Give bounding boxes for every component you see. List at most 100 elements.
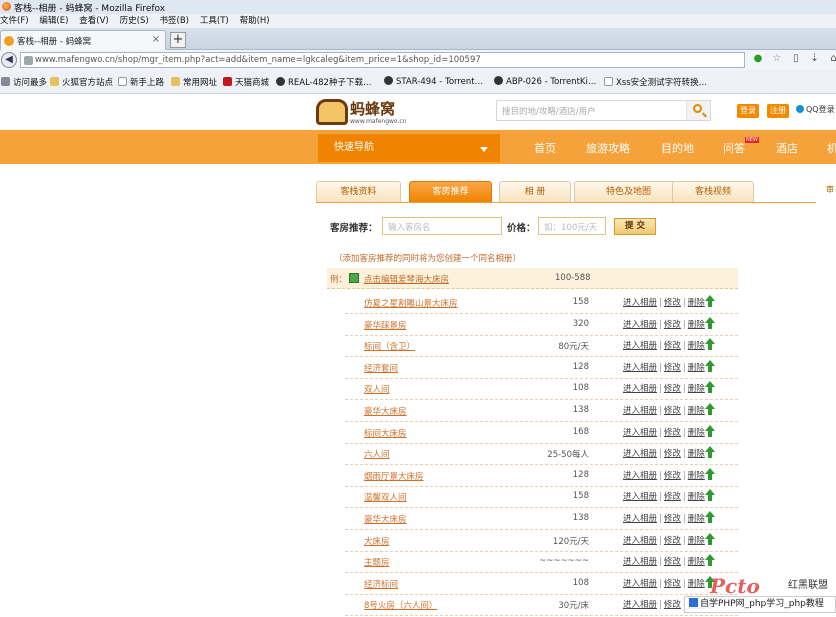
delete-link[interactable]: 删除	[688, 492, 705, 502]
edit-link[interactable]: 修改	[664, 320, 681, 330]
move-up-arrow-icon[interactable]	[705, 316, 715, 329]
quick-nav-dropdown[interactable]: 快速导航	[318, 134, 500, 162]
register-button[interactable]: 注册	[767, 104, 789, 118]
enter-album-link[interactable]: 进入相册	[623, 600, 657, 610]
move-up-arrow-icon[interactable]	[705, 359, 715, 372]
room-name-link[interactable]: 标间大床房	[364, 427, 407, 439]
room-name-link[interactable]: 仿夏之星割雕山景大床房	[364, 297, 458, 309]
room-name-link[interactable]: 六人间	[364, 448, 390, 460]
bookmark-item[interactable]: 新手上路	[118, 76, 164, 88]
edit-link[interactable]: 修改	[664, 341, 681, 351]
edit-link[interactable]: 修改	[664, 514, 681, 524]
enter-album-link[interactable]: 进入相册	[623, 557, 657, 567]
delete-link[interactable]: 删除	[688, 363, 705, 373]
browser-tab[interactable]: 客栈--相册 - 蚂蜂窝 ×	[0, 30, 166, 50]
delete-link[interactable]: 删除	[688, 341, 705, 351]
delete-link[interactable]: 删除	[688, 449, 705, 459]
edit-link[interactable]: 修改	[664, 384, 681, 394]
site-logo[interactable]: 蚂蜂窝 www.mafengwo.cn	[316, 97, 407, 129]
bookmark-item[interactable]: 访问最多	[1, 76, 47, 88]
room-name-link[interactable]: 豪华大床房	[364, 405, 407, 417]
tab-inn-video[interactable]: 客栈视频	[672, 181, 754, 202]
enter-album-link[interactable]: 进入相册	[623, 428, 657, 438]
delete-link[interactable]: 删除	[688, 557, 705, 567]
menu-file[interactable]: 文件(F)	[0, 14, 29, 28]
bookmark-star-icon[interactable]: ☆	[771, 53, 783, 65]
delete-link[interactable]: 删除	[688, 536, 705, 546]
room-name-link[interactable]: 大床房	[364, 535, 390, 547]
menu-help[interactable]: 帮助(H)	[240, 14, 270, 28]
edit-link[interactable]: 修改	[664, 449, 681, 459]
move-up-arrow-icon[interactable]	[705, 424, 715, 437]
enter-album-link[interactable]: 进入相册	[623, 514, 657, 524]
edit-link[interactable]: 修改	[664, 579, 681, 589]
move-up-arrow-icon[interactable]	[705, 381, 715, 394]
login-button[interactable]: 登录	[737, 104, 759, 118]
nav-qa[interactable]: 问答	[723, 140, 745, 156]
move-up-arrow-icon[interactable]	[705, 467, 715, 480]
enter-album-link[interactable]: 进入相册	[623, 449, 657, 459]
bookmark-item[interactable]: Xss安全测试字符转换…	[604, 76, 707, 88]
move-up-arrow-icon[interactable]	[705, 554, 715, 567]
bookmark-item[interactable]: 火狐官方站点	[50, 76, 113, 88]
delete-link[interactable]: 删除	[688, 384, 705, 394]
tab-album[interactable]: 相 册	[499, 181, 571, 202]
bookmark-item[interactable]: 常用网址	[171, 76, 217, 88]
enter-album-link[interactable]: 进入相册	[623, 363, 657, 373]
edit-link[interactable]: 修改	[664, 471, 681, 481]
room-name-link[interactable]: 温馨双人间	[364, 491, 407, 503]
tab-room-recommend[interactable]: 客房推荐	[409, 181, 492, 202]
menu-edit[interactable]: 编辑(E)	[39, 14, 68, 28]
price-input[interactable]: 如：100元/天	[538, 217, 606, 235]
menu-history[interactable]: 历史(S)	[120, 14, 149, 28]
move-up-arrow-icon[interactable]	[705, 338, 715, 351]
move-up-arrow-icon[interactable]	[705, 532, 715, 545]
bookmark-item[interactable]: ABP-026 - TorrentKi…	[494, 76, 596, 87]
mobile-icon[interactable]: ▯	[790, 53, 802, 65]
room-name-link[interactable]: 经济标间	[364, 578, 398, 590]
tab-close-icon[interactable]: ×	[152, 34, 160, 45]
room-name-input[interactable]: 输入客房名	[382, 217, 502, 235]
room-name-link[interactable]: 豪华大床房	[364, 513, 407, 525]
edit-link[interactable]: 修改	[664, 406, 681, 416]
enter-album-link[interactable]: 进入相册	[623, 471, 657, 481]
new-tab-button[interactable]: +	[170, 32, 186, 48]
edit-link[interactable]: 修改	[664, 536, 681, 546]
enter-album-link[interactable]: 进入相册	[623, 492, 657, 502]
move-up-arrow-icon[interactable]	[705, 511, 715, 523]
room-name-link[interactable]: 主题房	[364, 556, 390, 568]
delete-link[interactable]: 删除	[688, 471, 705, 481]
move-up-arrow-icon[interactable]	[705, 446, 715, 459]
delete-link[interactable]: 删除	[688, 428, 705, 438]
example-name-link[interactable]: 点击编辑爱琴海大床房	[364, 273, 449, 285]
room-name-link[interactable]: 8号火房（六人间）	[364, 599, 437, 611]
edit-link[interactable]: 修改	[664, 363, 681, 373]
enter-album-link[interactable]: 进入相册	[623, 320, 657, 330]
bookmark-item[interactable]: 天猫商城	[223, 76, 269, 88]
down-arrow-icon[interactable]: ⇣	[809, 53, 821, 65]
url-bar[interactable]: www.mafengwo.cn/shop/mgr_item.php?act=ad…	[20, 52, 745, 68]
tab-features-map[interactable]: 特色及地图	[574, 181, 683, 202]
search-button[interactable]	[686, 101, 710, 120]
bookmark-item[interactable]: REAL-482种子下载…	[276, 76, 371, 88]
room-name-link[interactable]: 标间（含卫）	[364, 340, 415, 352]
room-name-link[interactable]: 豪华踩景房	[364, 319, 407, 331]
move-up-arrow-icon[interactable]	[705, 403, 715, 415]
edit-link[interactable]: 修改	[664, 428, 681, 438]
delete-link[interactable]: 删除	[688, 514, 705, 524]
back-arrow-icon[interactable]: ◀	[1, 52, 17, 68]
nav-destinations[interactable]: 目的地	[661, 140, 694, 156]
move-up-arrow-icon[interactable]	[705, 295, 715, 307]
edit-link[interactable]: 修改	[664, 492, 681, 502]
qq-login-link[interactable]: QQ登录	[796, 104, 835, 115]
bookmark-item[interactable]: STAR-494 - Torrent…	[384, 76, 483, 87]
edit-link[interactable]: 修改	[664, 600, 681, 610]
nav-guides[interactable]: 旅游攻略	[586, 140, 630, 156]
home-icon[interactable]: ⌂	[828, 53, 836, 65]
enter-album-link[interactable]: 进入相册	[623, 384, 657, 394]
move-up-arrow-icon[interactable]	[705, 489, 715, 502]
enter-album-link[interactable]: 进入相册	[623, 298, 657, 308]
edit-link[interactable]: 修改	[664, 298, 681, 308]
delete-link[interactable]: 删除	[688, 320, 705, 330]
room-name-link[interactable]: 烟雨厅景大床房	[364, 470, 424, 482]
